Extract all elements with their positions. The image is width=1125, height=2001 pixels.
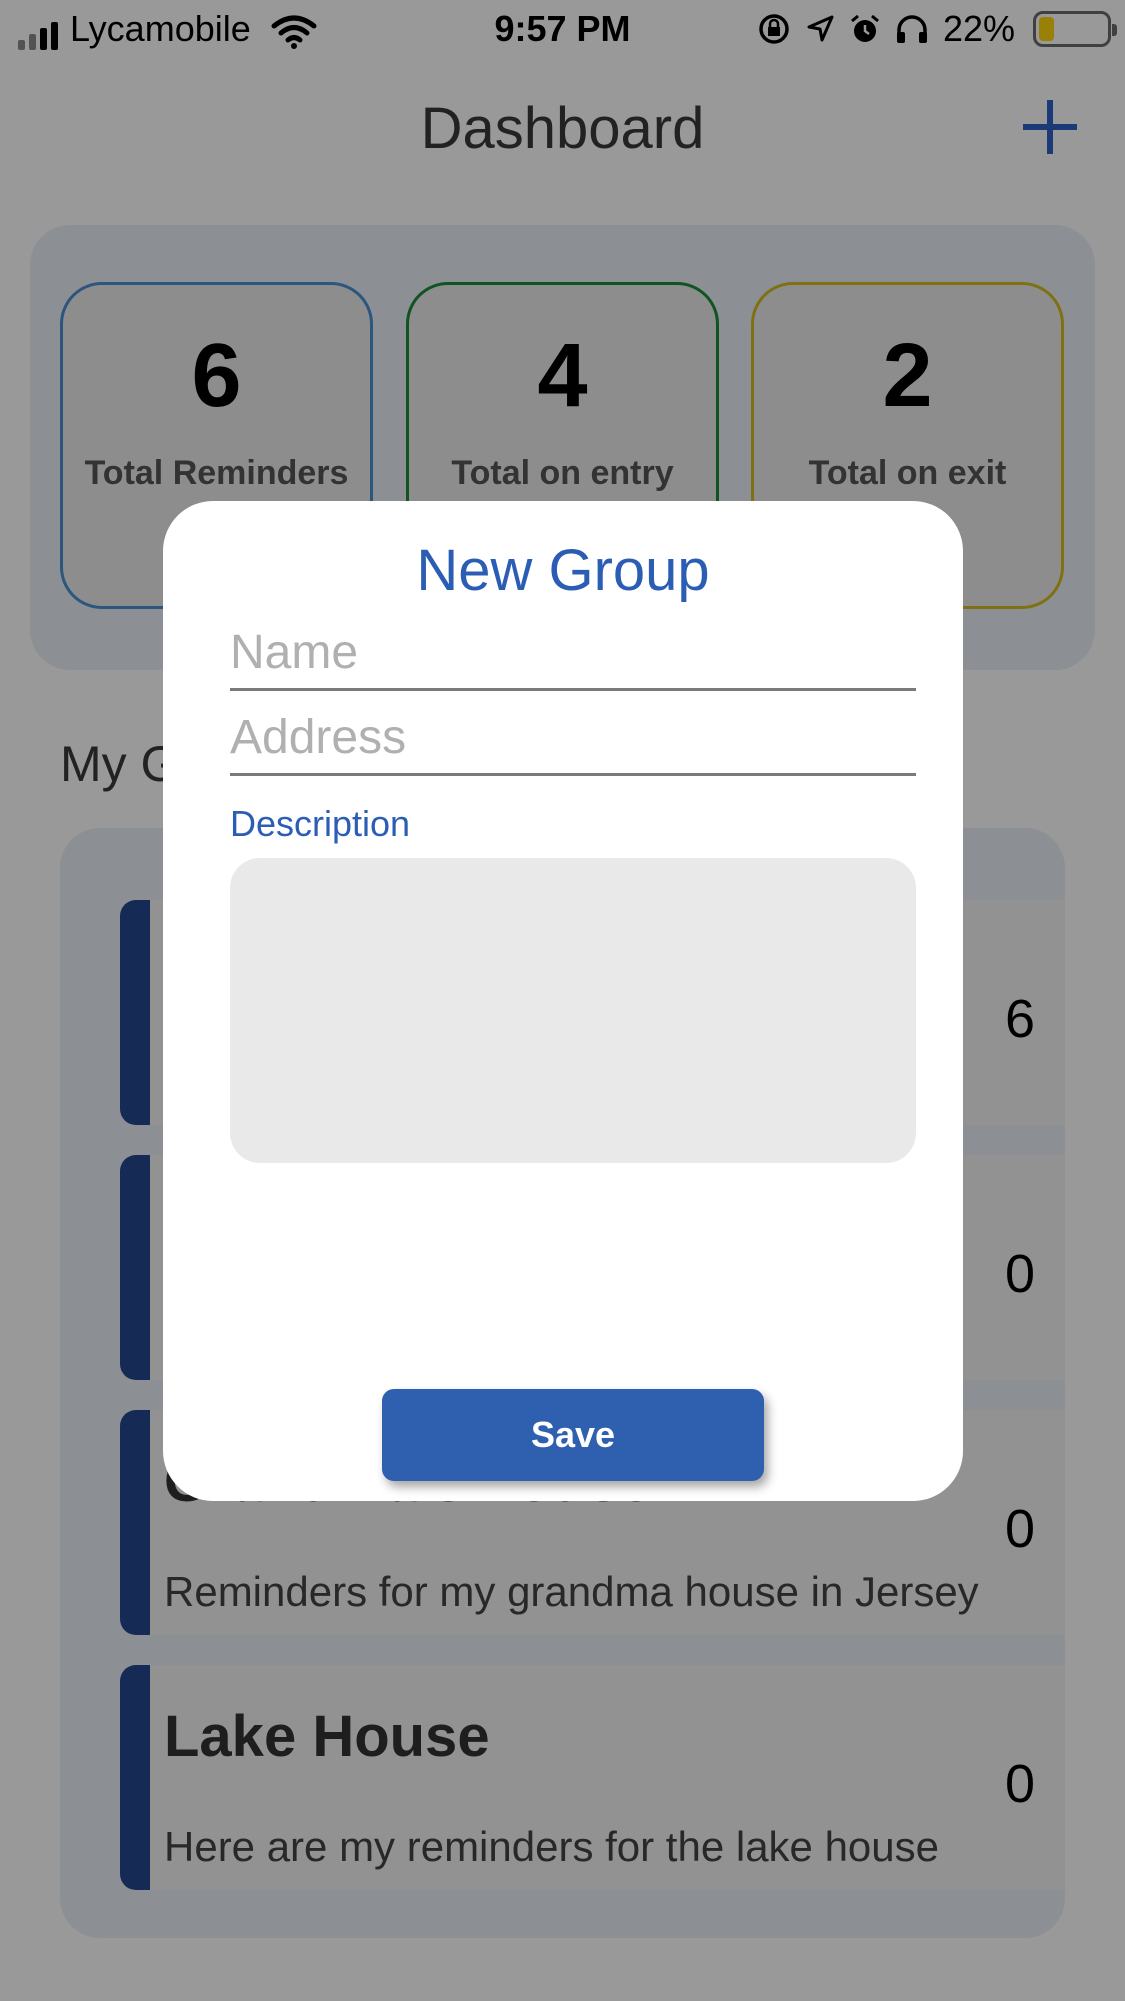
save-button[interactable]: Save: [382, 1389, 764, 1481]
address-input[interactable]: [230, 696, 916, 773]
description-label: Description: [230, 803, 411, 844]
description-textarea[interactable]: [230, 858, 916, 1163]
name-field-wrapper: [230, 611, 916, 691]
dialog-title: New Group: [416, 538, 710, 603]
new-group-dialog: New Group Description Save: [163, 501, 963, 1501]
name-input[interactable]: [230, 611, 916, 688]
address-field-wrapper: [230, 696, 916, 776]
